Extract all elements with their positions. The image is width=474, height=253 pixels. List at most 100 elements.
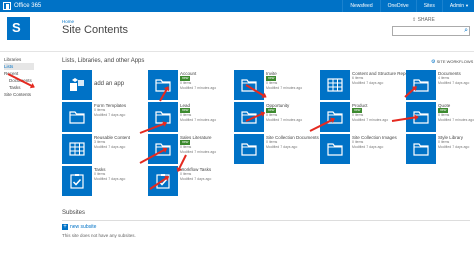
tile-modified: Modified 7 days ago [266, 145, 298, 149]
suite-link-newsfeed[interactable]: Newsfeed [342, 0, 379, 12]
new-subsite-link[interactable]: + new subsite [62, 224, 96, 230]
gear-icon: ⚙ [431, 59, 436, 65]
tile-modified: Modified 7 days ago [352, 81, 384, 85]
tile-item-count: 0 items [94, 108, 106, 112]
tile-modified: Modified 7 minutes ago [438, 118, 474, 122]
subsites-heading: Subsites [62, 210, 86, 216]
tile-opportunity[interactable]: Opportunity new 0 items Modified 7 minutes … [234, 102, 320, 134]
tile-meta: new 0 items Modified 7 minutes ago [266, 76, 302, 91]
tile-modified: Modified 7 minutes ago [266, 86, 303, 90]
tile-meta: 0 items Modified 7 days ago [266, 140, 297, 150]
nav-item-libraries[interactable]: Libraries [4, 56, 56, 63]
tile-item-count: 0 items [266, 140, 278, 144]
search-icon[interactable]: ⌕ [464, 27, 468, 35]
tile-modified: Modified 7 days ago [94, 177, 126, 181]
subsites-divider [62, 220, 470, 221]
tile-style-library[interactable]: Style Library 0 items Modified 7 days ago [406, 134, 474, 166]
tile-form-templates[interactable]: Form Templates 0 items Modified 7 days ago [62, 102, 148, 134]
tile-modified: Modified 7 days ago [94, 113, 126, 117]
office-logo-icon [3, 2, 11, 10]
tile-modified: Modified 7 minutes ago [180, 150, 217, 154]
tile-meta: 0 items Modified 7 days ago [352, 140, 383, 150]
admin-label: Admin [449, 3, 465, 9]
tile-modified: Modified 7 days ago [180, 177, 212, 181]
suite-link-onedrive[interactable]: OneDrive [379, 0, 416, 12]
page-title: Site Contents [62, 24, 129, 36]
folder-icon[interactable] [62, 102, 92, 132]
tile-item-count: 0 items [180, 113, 192, 117]
nav-item-site-contents[interactable]: Site Contents [4, 91, 56, 98]
tile-reusable-content[interactable]: Reusable Content 3 items Modified 7 days a… [62, 134, 148, 166]
tile-meta: new 0 items Modified 7 minutes ago [180, 140, 216, 155]
brand-label: Office 365 [14, 3, 42, 9]
folder-icon[interactable] [406, 134, 436, 164]
tile-meta: 0 items Modified 7 days ago [180, 172, 211, 182]
tile-meta: 6 items Modified 7 days ago [352, 76, 383, 86]
tile-meta: new 0 items Modified 7 minutes ago [180, 76, 216, 91]
tile-meta: new 0 items Modified 7 minutes ago [180, 108, 216, 123]
list-icon[interactable] [62, 134, 92, 164]
tile-modified: Modified 7 minutes ago [266, 118, 303, 122]
tile-item-count: 6 items [352, 76, 364, 80]
search-input[interactable]: ⌕ [392, 26, 470, 36]
tile-item-count: 0 items [266, 113, 278, 117]
tile-meta: 0 items Modified 7 days ago [94, 108, 125, 118]
tile-modified: Modified 7 minutes ago [352, 118, 389, 122]
tile-add-an-app[interactable]: add an app [62, 70, 148, 102]
tile-item-count: 0 items [94, 172, 106, 176]
tile-meta: new 0 items Modified 7 minutes ago [438, 108, 474, 123]
folder-icon[interactable] [234, 102, 264, 132]
share-button[interactable]: ⇪ SHARE [412, 17, 435, 23]
suite-nav: Newsfeed OneDrive Sites Admin▼ [342, 0, 474, 12]
new-subsite-label: new subsite [70, 224, 97, 230]
tile-modified: Modified 7 minutes ago [180, 118, 217, 122]
tile-modified: Modified 7 days ago [94, 145, 126, 149]
tile-item-count: 0 items [438, 140, 450, 144]
section-title: Lists, Libraries, and other Apps [62, 58, 145, 64]
tile-meta: 0 items Modified 7 days ago [94, 172, 125, 182]
tile-modified: Modified 7 minutes ago [180, 86, 217, 90]
folder-icon[interactable] [320, 102, 350, 132]
site-workflows-label: SITE WORKFLOWS [436, 59, 474, 64]
tile-modified: Modified 7 days ago [438, 145, 470, 149]
tile-meta: 3 items Modified 7 days ago [94, 140, 125, 150]
tile-modified: Modified 7 days ago [438, 81, 470, 85]
tile-item-count: 0 items [438, 113, 450, 117]
folder-icon[interactable] [320, 134, 350, 164]
plus-icon: + [62, 224, 68, 230]
tile-site-collection-images[interactable]: Site Collection Images 0 items Modified 7 … [320, 134, 406, 166]
tile-content-and-structure-reports[interactable]: Content and Structure Reports 6 items Modi… [320, 70, 413, 102]
tile-site-collection-documents[interactable]: Site Collection Documents 0 items Modified… [234, 134, 320, 166]
tile-item-count: 0 items [180, 81, 192, 85]
tasks-icon[interactable] [62, 166, 92, 196]
office365-brand[interactable]: Office 365 [3, 1, 41, 11]
suite-link-admin[interactable]: Admin▼ [441, 0, 474, 12]
tile-item-count: 0 items [180, 172, 192, 176]
tile-item-count: 0 items [352, 113, 364, 117]
suite-bar: Office 365 Newsfeed OneDrive Sites Admin… [0, 0, 474, 12]
tile-item-count: 3 items [94, 140, 106, 144]
folder-icon[interactable] [234, 134, 264, 164]
tile-meta: 4 items Modified 7 days ago [438, 76, 469, 86]
site-logo[interactable]: S [7, 17, 30, 40]
tile-item-count: 0 items [352, 140, 364, 144]
subsites-empty-message: This site does not have any subsites. [62, 233, 136, 238]
chevron-down-icon: ▼ [465, 3, 469, 8]
share-label: SHARE [417, 17, 435, 23]
site-logo-letter: S [12, 20, 21, 35]
tile-lead[interactable]: Lead new 0 items Modified 7 minutes ago [148, 102, 234, 134]
tile-modified: Modified 7 days ago [352, 145, 384, 149]
add-app-icon[interactable] [62, 70, 92, 100]
nav-item-lists[interactable]: Lists [4, 63, 34, 70]
tile-item-count: 0 items [266, 81, 278, 85]
suite-link-sites[interactable]: Sites [415, 0, 442, 12]
tile-meta: new 0 items Modified 7 minutes ago [266, 108, 302, 123]
folder-icon[interactable] [406, 70, 436, 100]
site-workflows-link[interactable]: ⚙ SITE WORKFLOWS [431, 59, 473, 65]
share-icon: ⇪ [412, 17, 417, 23]
list-icon[interactable] [320, 70, 350, 100]
tile-title[interactable]: add an app [94, 81, 124, 87]
tile-tasks[interactable]: Tasks 0 items Modified 7 days ago [62, 166, 148, 198]
tile-meta: 0 items Modified 7 days ago [438, 140, 469, 150]
tile-item-count: 0 items [180, 145, 192, 149]
